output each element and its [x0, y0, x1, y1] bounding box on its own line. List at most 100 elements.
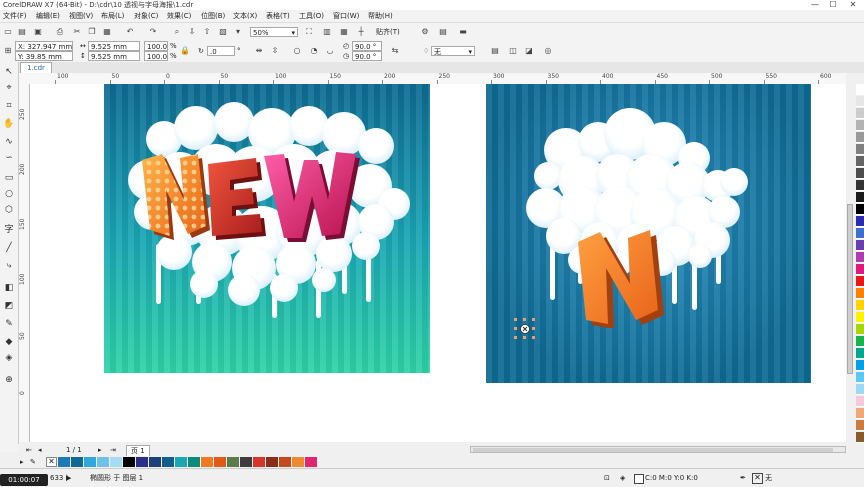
cut-icon[interactable]: ✂ — [72, 27, 82, 37]
full-screen-icon[interactable]: ⛶ — [304, 27, 314, 37]
palette-swatch[interactable] — [856, 396, 864, 407]
palette-swatch[interactable] — [856, 132, 864, 143]
menu-window[interactable]: 窗口(W) — [333, 10, 359, 22]
freehand-tool-icon[interactable]: ∿ — [3, 136, 15, 148]
document-swatch[interactable] — [162, 457, 174, 467]
palette-swatch[interactable] — [856, 312, 864, 323]
palette-swatch[interactable] — [856, 300, 864, 311]
document-swatch[interactable] — [227, 457, 239, 467]
pie-mode-icon[interactable]: ◔ — [309, 46, 319, 56]
document-swatch[interactable] — [253, 457, 265, 467]
save-icon[interactable]: ▣ — [33, 27, 43, 37]
play-icon[interactable]: ▶ — [66, 473, 71, 483]
mirror-vertical-icon[interactable]: ⇳ — [270, 46, 280, 56]
palette-swatch[interactable] — [856, 264, 864, 275]
menu-help[interactable]: 帮助(H) — [368, 10, 393, 22]
palette-swatch[interactable] — [856, 156, 864, 167]
parallel-dimension-icon[interactable]: ╱ — [3, 242, 15, 254]
menu-edit[interactable]: 编辑(E) — [36, 10, 60, 22]
palette-swatch[interactable] — [856, 84, 864, 95]
new-document-icon[interactable]: ▭ — [3, 27, 13, 37]
palette-swatch[interactable] — [856, 96, 864, 107]
add-tool-icon[interactable]: ⊕ — [3, 374, 15, 386]
drawing-canvas[interactable] — [30, 84, 846, 442]
document-swatch[interactable] — [149, 457, 161, 467]
interactive-fill-icon[interactable]: ◆ — [3, 336, 15, 348]
palette-swatch[interactable] — [856, 324, 864, 335]
drop-shadow-tool-icon[interactable]: ◧ — [3, 282, 15, 294]
horizontal-scroll-thumb[interactable] — [473, 448, 833, 452]
copy-icon[interactable]: ❐ — [87, 27, 97, 37]
vertical-scroll-thumb[interactable] — [847, 204, 853, 374]
palette-swatch[interactable] — [856, 228, 864, 239]
palette-swatch[interactable] — [856, 348, 864, 359]
palette-swatch[interactable] — [856, 432, 864, 443]
document-swatch[interactable] — [71, 457, 83, 467]
width-field[interactable]: 9.525 mm — [88, 41, 140, 51]
connector-tool-icon[interactable]: ⤷ — [3, 260, 15, 272]
document-swatch[interactable] — [214, 457, 226, 467]
palette-swatch[interactable] — [856, 240, 864, 251]
rotation-field[interactable]: .0 — [207, 46, 235, 56]
menu-file[interactable]: 文件(F) — [3, 10, 27, 22]
pan-tool-icon[interactable]: ✋ — [3, 118, 15, 130]
crop-tool-icon[interactable]: ⌗ — [3, 100, 15, 112]
document-swatch[interactable] — [188, 457, 200, 467]
text-tool-icon[interactable]: 字 — [3, 224, 15, 236]
document-swatch[interactable] — [97, 457, 109, 467]
color-proof-icon[interactable]: ⊡ — [604, 473, 610, 483]
palette-swatch[interactable] — [856, 288, 864, 299]
palette-swatch[interactable] — [856, 108, 864, 119]
scale-y-field[interactable]: 100.0 — [144, 51, 168, 61]
artistic-media-icon[interactable]: ∽ — [3, 152, 15, 164]
color-eyedropper-icon[interactable]: ✎ — [3, 318, 15, 330]
show-rulers-icon[interactable]: ▥ — [322, 27, 332, 37]
document-swatch[interactable] — [110, 457, 122, 467]
palette-arrow-icon[interactable]: ▸ — [20, 457, 24, 467]
menu-text[interactable]: 文本(X) — [233, 10, 257, 22]
redo-icon[interactable]: ↷ — [148, 27, 158, 37]
undo-icon[interactable]: ↶ — [125, 27, 135, 37]
palette-swatch[interactable] — [856, 252, 864, 263]
next-page-icon[interactable]: ▸ — [98, 445, 102, 455]
height-field[interactable]: 9.525 mm — [88, 51, 140, 61]
menu-object[interactable]: 对象(C) — [134, 10, 158, 22]
y-position-field[interactable]: Y: 39.85 mm — [15, 51, 73, 61]
menu-layout[interactable]: 布局(L) — [101, 10, 124, 22]
paste-icon[interactable]: ▦ — [102, 27, 112, 37]
lock-ratio-icon[interactable]: 🔒 — [180, 46, 190, 56]
export-icon[interactable]: ⇧ — [202, 27, 212, 37]
pick-tool-icon[interactable]: ↖ — [3, 66, 15, 78]
smart-fill-icon[interactable]: ◈ — [3, 352, 15, 364]
menu-effects[interactable]: 效果(C) — [167, 10, 191, 22]
show-guidelines-icon[interactable]: ┼ — [356, 27, 366, 37]
zoom-level-select[interactable]: 50% ▾ — [250, 27, 298, 37]
palette-swatch[interactable] — [856, 420, 864, 431]
show-grid-icon[interactable]: ▦ — [339, 27, 349, 37]
palette-swatch[interactable] — [856, 336, 864, 347]
change-direction-icon[interactable]: ⇆ — [390, 46, 400, 56]
welcome-screen-icon[interactable]: ▬ — [458, 27, 468, 37]
object-origin-icon[interactable]: ⊞ — [3, 46, 13, 56]
convert-to-curves-icon[interactable]: ◎ — [543, 46, 553, 56]
arc-mode-icon[interactable]: ◡ — [325, 46, 335, 56]
vertical-scrollbar[interactable] — [846, 84, 854, 442]
search-content-icon[interactable]: ⌕ — [172, 27, 182, 37]
document-swatch[interactable] — [305, 457, 317, 467]
scale-x-field[interactable]: 100.0 — [144, 41, 168, 51]
ellipse-mode-icon[interactable]: ○ — [292, 46, 302, 56]
minimize-button[interactable]: — — [808, 0, 822, 10]
polygon-tool-icon[interactable]: ⬡ — [3, 204, 15, 216]
document-swatch[interactable] — [84, 457, 96, 467]
document-swatch[interactable] — [240, 457, 252, 467]
palette-swatch[interactable] — [856, 276, 864, 287]
ellipse-tool-icon[interactable]: ○ — [3, 188, 15, 200]
app-icon[interactable]: ▤ — [438, 27, 448, 37]
palette-swatch[interactable] — [856, 192, 864, 203]
maximize-button[interactable]: ☐ — [826, 0, 840, 10]
open-folder-icon[interactable]: ▤ — [17, 27, 27, 37]
start-angle-field[interactable]: 90.0 ° — [352, 41, 382, 51]
print-icon[interactable]: ⎙ — [55, 27, 65, 37]
document-swatch[interactable] — [266, 457, 278, 467]
wrap-text-icon[interactable]: ▤ — [490, 46, 500, 56]
